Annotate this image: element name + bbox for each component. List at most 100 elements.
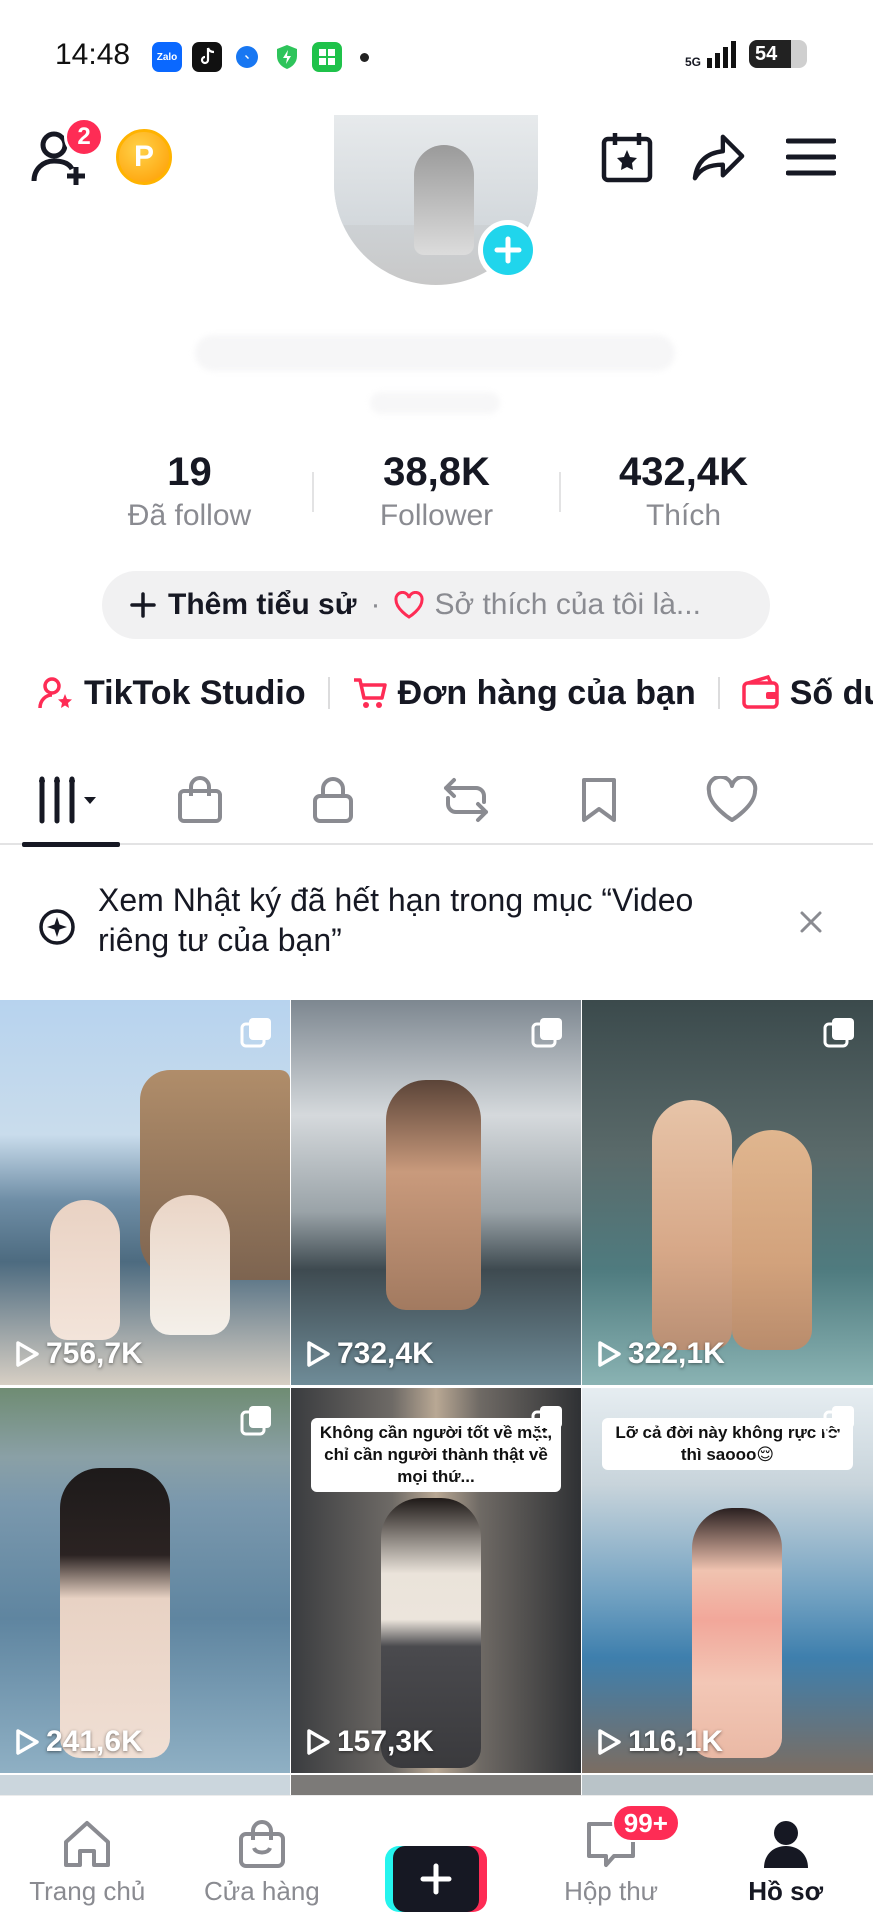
- status-time: 14:48: [55, 38, 131, 71]
- bio-separator: ·: [370, 588, 381, 621]
- multi-image-icon: [240, 1018, 271, 1048]
- nav-label: Cửa hàng: [204, 1876, 320, 1906]
- play-icon: [16, 1341, 39, 1367]
- bottom-navigation: Trang chủ Cửa hàng 99+ Hộp thư Hồ sơ: [0, 1795, 873, 1920]
- likes-count: 432,4K: [619, 450, 748, 494]
- header-left: 2 P: [30, 117, 172, 189]
- signal-icon: 5G: [685, 40, 739, 68]
- hobby-label: Sở thích của tôi là...: [434, 588, 701, 621]
- calendar-star-icon: [601, 133, 653, 183]
- view-count: 241,6K: [14, 1725, 143, 1759]
- nav-shop[interactable]: Cửa hàng: [175, 1796, 350, 1920]
- followers-count: 38,8K: [383, 450, 490, 494]
- shortcut-orders[interactable]: Đơn hàng của bạn: [352, 674, 696, 713]
- video-grid-next-row: [0, 1775, 873, 1795]
- profile-shortcuts: TikTok Studio Đơn hàng của bạn Số dư: [38, 668, 873, 718]
- nav-profile[interactable]: Hồ sơ: [698, 1796, 873, 1920]
- nav-inbox[interactable]: 99+ Hộp thư: [524, 1796, 699, 1920]
- add-friend-button[interactable]: 2: [30, 117, 104, 189]
- nav-label: Hộp thư: [564, 1876, 659, 1906]
- wallet-icon: [741, 675, 779, 709]
- profile-icon: [763, 1821, 808, 1868]
- likes-label: Thích: [645, 499, 722, 532]
- notice-close-button[interactable]: [791, 902, 831, 942]
- multi-image-icon: [240, 1406, 271, 1436]
- multi-image-icon: [531, 1018, 562, 1048]
- nav-label: Trang chủ: [29, 1876, 146, 1906]
- add-bio-button[interactable]: Thêm tiểu sử: [130, 588, 356, 622]
- lock-icon: [312, 777, 353, 823]
- view-count: 732,4K: [305, 1337, 434, 1371]
- play-icon: [16, 1729, 39, 1755]
- video-caption: Lỡ cả đời này không rực rỡ thì saooo😌: [602, 1418, 853, 1470]
- video-caption: Không cần người tốt về mặt, chỉ cần ngườ…: [311, 1418, 561, 1492]
- shortcut-label: TikTok Studio: [84, 673, 306, 712]
- play-icon: [598, 1729, 621, 1755]
- inbox-badge: 99+: [611, 1804, 680, 1842]
- video-thumbnail[interactable]: Lỡ cả đời này không rực rỡ thì saooo😌 11…: [582, 1388, 873, 1773]
- plus-icon: [130, 592, 156, 618]
- zalo-icon: Zalo: [152, 42, 182, 72]
- system-icons: 5G 54: [685, 40, 807, 68]
- share-button[interactable]: [692, 130, 746, 184]
- home-icon: [64, 1821, 111, 1867]
- tiktok-icon: [192, 42, 222, 72]
- plus-icon: [420, 1863, 452, 1895]
- hobby-button[interactable]: Sở thích của tôi là...: [394, 588, 701, 622]
- coin-icon[interactable]: P: [116, 129, 172, 185]
- profile-username-blurred: [370, 392, 500, 414]
- view-count: 322,1K: [596, 1337, 725, 1371]
- play-icon: [307, 1341, 330, 1367]
- person-star-icon: [38, 677, 72, 709]
- share-icon: [692, 134, 745, 181]
- messenger-icon: [232, 42, 262, 72]
- create-button[interactable]: [385, 1846, 488, 1912]
- sparkle-circle-icon: [39, 909, 75, 945]
- tab-liked[interactable]: [665, 755, 798, 845]
- tab-shop[interactable]: [133, 755, 266, 845]
- bio-pill[interactable]: Thêm tiểu sử · Sở thích của tôi là...: [102, 571, 770, 639]
- video-thumbnail[interactable]: 756,7K: [0, 1000, 290, 1385]
- video-thumbnail[interactable]: 241,6K: [0, 1388, 290, 1773]
- nav-label: Hồ sơ: [748, 1876, 824, 1906]
- shortcut-label: Đơn hàng của bạn: [397, 673, 696, 712]
- stat-likes[interactable]: 432,4K Thích: [561, 450, 806, 533]
- stat-following[interactable]: 19 Đã follow: [67, 450, 312, 533]
- video-thumbnail[interactable]: 322,1K: [582, 1000, 873, 1385]
- header-right: [600, 130, 838, 184]
- nav-create[interactable]: [349, 1796, 524, 1920]
- shield-icon: [272, 42, 302, 72]
- tab-favorites[interactable]: [532, 755, 665, 845]
- video-thumbnail[interactable]: 732,4K: [291, 1000, 581, 1385]
- hamburger-menu-icon: [786, 138, 836, 176]
- status-bar: 14:48 Zalo 5G 54: [0, 0, 873, 110]
- followers-label: Follower: [379, 499, 494, 532]
- shopping-bag-icon: [177, 776, 222, 823]
- tab-videos[interactable]: [0, 755, 133, 847]
- bookmark-icon: [581, 778, 616, 822]
- video-thumbnail[interactable]: Không cần người tốt về mặt, chỉ cần ngườ…: [291, 1388, 581, 1773]
- profile-stats: 19 Đã follow 38,8K Follower 432,4K Thích: [0, 450, 873, 533]
- battery-icon: 54: [749, 40, 807, 68]
- nav-home[interactable]: Trang chủ: [0, 1796, 175, 1920]
- play-icon: [307, 1729, 330, 1755]
- stat-followers[interactable]: 38,8K Follower: [314, 450, 559, 533]
- tab-private[interactable]: [266, 755, 399, 845]
- app-grid-icon: [312, 42, 342, 72]
- cart-icon: [353, 678, 387, 708]
- shortcut-balance[interactable]: Số dư: [741, 674, 873, 713]
- tab-reposts[interactable]: [399, 755, 532, 845]
- heart-icon: [394, 591, 424, 619]
- calendar-star-button[interactable]: [600, 130, 654, 184]
- shortcut-tiktok-studio[interactable]: TikTok Studio: [38, 674, 306, 713]
- following-label: Đã follow: [127, 499, 252, 532]
- shortcut-divider: [327, 677, 330, 709]
- shortcut-divider: [717, 677, 720, 709]
- multi-image-icon: [823, 1406, 854, 1436]
- shopping-bag-icon: [238, 1820, 285, 1868]
- heart-icon: [706, 776, 757, 822]
- menu-button[interactable]: [784, 130, 838, 184]
- avatar-add-button[interactable]: [478, 220, 538, 280]
- expired-stories-notice[interactable]: Xem Nhật ký đã hết hạn trong mục “Video …: [0, 870, 873, 980]
- video-grid: 756,7K 732,4K 322,1K 241,6K Không cần ng…: [0, 1000, 873, 1773]
